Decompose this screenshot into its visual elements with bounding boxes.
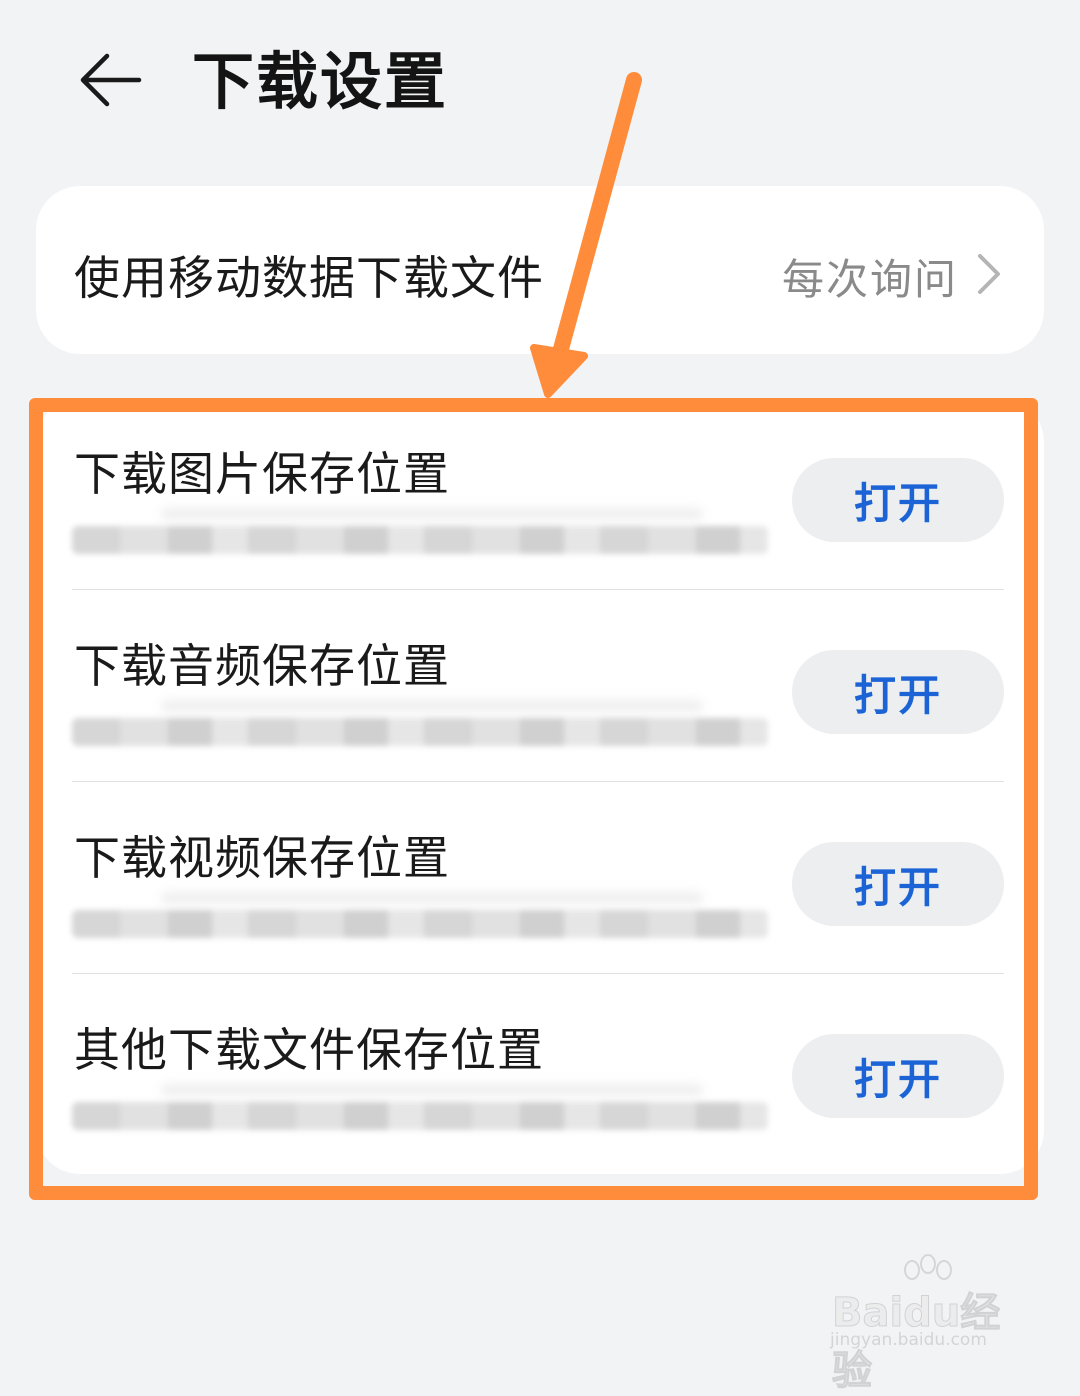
baidu-watermark: Baidu经验 jingyan.baidu.com bbox=[826, 1254, 1026, 1395]
video-location-label: 下载视频保存位置 bbox=[74, 831, 450, 885]
list-item-audio-location: 下载音频保存位置 打开 bbox=[36, 590, 1044, 782]
page-title: 下载设置 bbox=[192, 45, 449, 118]
mobile-data-value: 每次询问 bbox=[781, 255, 958, 304]
other-location-path-redacted bbox=[72, 1102, 768, 1130]
image-location-label: 下载图片保存位置 bbox=[74, 447, 450, 501]
open-image-location-button[interactable]: 打开 bbox=[792, 458, 1004, 542]
video-location-path-redacted bbox=[72, 910, 768, 938]
back-arrow-icon bbox=[80, 53, 142, 107]
other-location-label: 其他下载文件保存位置 bbox=[74, 1023, 544, 1077]
save-locations-card: 下载图片保存位置 打开 下载音频保存位置 打开 下载视频保存位置 打开 其他下载… bbox=[36, 398, 1044, 1174]
open-other-location-button[interactable]: 打开 bbox=[792, 1034, 1004, 1118]
watermark-url: jingyan.baidu.com bbox=[830, 1330, 987, 1350]
title-bar: 下载设置 bbox=[0, 0, 1080, 170]
image-location-path-redacted bbox=[72, 526, 768, 554]
open-audio-location-button[interactable]: 打开 bbox=[792, 650, 1004, 734]
open-video-location-button[interactable]: 打开 bbox=[792, 842, 1004, 926]
back-button[interactable] bbox=[70, 40, 150, 120]
chevron-right-icon bbox=[978, 254, 1000, 294]
mobile-data-download-setting[interactable]: 使用移动数据下载文件 每次询问 bbox=[36, 186, 1044, 354]
audio-location-label: 下载音频保存位置 bbox=[74, 639, 450, 693]
audio-location-path-redacted bbox=[72, 718, 768, 746]
list-item-image-location: 下载图片保存位置 打开 bbox=[36, 398, 1044, 590]
list-item-other-location: 其他下载文件保存位置 打开 bbox=[36, 974, 1044, 1166]
mobile-data-label: 使用移动数据下载文件 bbox=[74, 251, 544, 305]
list-item-video-location: 下载视频保存位置 打开 bbox=[36, 782, 1044, 974]
